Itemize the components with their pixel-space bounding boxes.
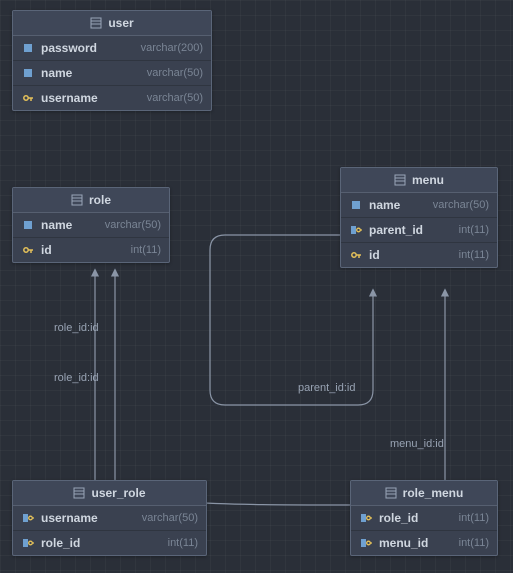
table-role-title: role [89,193,111,207]
table-icon [90,17,102,29]
column-row[interactable]: parent_id int(11) [341,218,497,243]
column-row[interactable]: role_id int(11) [351,506,497,531]
column-name: username [41,511,98,525]
relation-label: role_id:id [54,372,99,384]
relation-label: menu_id:id [390,438,444,450]
table-icon [71,194,83,206]
table-user-title: user [108,16,133,30]
fk-icon [21,537,35,549]
relation-label: role_id:id [54,322,99,334]
column-type: varchar(50) [142,512,198,524]
column-type: varchar(50) [147,92,203,104]
key-icon [21,244,35,256]
column-name: name [41,218,72,232]
table-user[interactable]: user password varchar(200) name varchar(… [12,10,212,111]
table-user-role[interactable]: user_role username varchar(50) role_id i… [12,480,207,556]
column-row[interactable]: name varchar(50) [13,61,211,86]
fk-icon [359,537,373,549]
column-name: name [41,66,72,80]
column-icon [21,67,35,79]
column-type: varchar(50) [147,67,203,79]
table-role[interactable]: role name varchar(50) id int(11) [12,187,170,263]
column-name: role_id [379,511,418,525]
key-icon [21,92,35,104]
column-name: name [369,198,400,212]
table-menu[interactable]: menu name varchar(50) parent_id int(11) … [340,167,498,268]
column-row[interactable]: name varchar(50) [341,193,497,218]
column-type: int(11) [459,537,489,549]
table-user-header: user [13,11,211,36]
key-icon [349,249,363,261]
column-type: int(11) [459,512,489,524]
column-row[interactable]: id int(11) [13,238,169,262]
column-name: role_id [41,536,80,550]
table-role-menu[interactable]: role_menu role_id int(11) menu_id int(11… [350,480,498,556]
column-icon [21,42,35,54]
table-role-menu-title: role_menu [403,486,464,500]
column-name: password [41,41,97,55]
table-role-menu-header: role_menu [351,481,497,506]
fk-icon [21,512,35,524]
column-row[interactable]: username varchar(50) [13,506,206,531]
column-name: id [369,248,380,262]
column-row[interactable]: role_id int(11) [13,531,206,555]
column-type: int(11) [459,249,489,261]
column-name: id [41,243,52,257]
table-icon [394,174,406,186]
column-row[interactable]: id int(11) [341,243,497,267]
table-user-role-title: user_role [91,486,145,500]
column-name: username [41,91,98,105]
table-icon [73,487,85,499]
column-type: varchar(50) [433,199,489,211]
column-row[interactable]: name varchar(50) [13,213,169,238]
fk-icon [349,224,363,236]
column-row[interactable]: menu_id int(11) [351,531,497,555]
relation-label: parent_id:id [298,382,356,394]
column-name: parent_id [369,223,423,237]
column-type: varchar(200) [141,42,203,54]
table-menu-title: menu [412,173,444,187]
table-menu-header: menu [341,168,497,193]
column-row[interactable]: password varchar(200) [13,36,211,61]
column-icon [21,219,35,231]
table-role-header: role [13,188,169,213]
column-type: int(11) [459,224,489,236]
table-user-role-header: user_role [13,481,206,506]
fk-icon [359,512,373,524]
column-type: int(11) [168,537,198,549]
column-name: menu_id [379,536,428,550]
column-type: varchar(50) [105,219,161,231]
column-row[interactable]: username varchar(50) [13,86,211,110]
table-icon [385,487,397,499]
column-icon [349,199,363,211]
column-type: int(11) [131,244,161,256]
